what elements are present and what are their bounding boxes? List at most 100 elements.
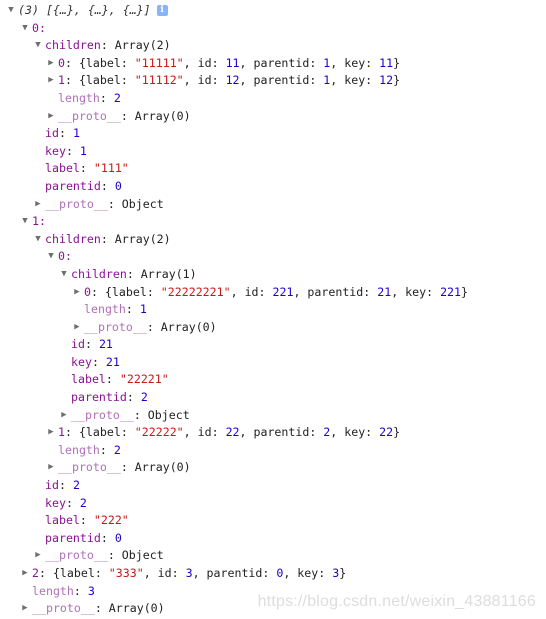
tree-row[interactable]: ▼ 0: [0,20,546,38]
tree-row[interactable]: ▶ __proto__: Object [0,196,546,214]
tree-row[interactable]: ▶ 0: {label: "11111", id: 11, parentid: 1… [0,55,546,73]
collapsed-triangle-icon[interactable]: ▶ [72,284,82,302]
collapsed-triangle-icon[interactable]: ▶ [46,108,56,126]
property-key: 2 [32,566,39,580]
property-key: 0 [58,55,65,70]
punctuation: } [393,55,401,70]
property-key: parentid [71,390,127,405]
length-key: length [58,90,100,105]
punctuation: , id: [143,566,186,580]
expanded-triangle-icon[interactable]: ▼ [20,20,30,38]
proto-key: __proto__ [84,319,147,334]
collapsed-triangle-icon[interactable]: ▶ [59,407,69,425]
punctuation: : Object [133,407,190,422]
tree-row[interactable]: ▶ 0: {label: "22222221", id: 221, parenti… [0,284,546,302]
array-count: (3) [18,3,39,17]
proto-key: __proto__ [45,548,108,563]
proto-key: __proto__ [32,601,95,616]
property-key: 1 [58,425,65,440]
property-key: parentid [45,178,101,193]
tree-row[interactable]: ▶ 2: {label: "333", id: 3, parentid: 0, k… [0,565,546,583]
punctuation: : {label: [38,566,109,580]
tree-row[interactable]: ▶ __proto__: Array(0) [0,108,546,126]
punctuation: : Object [107,196,164,211]
tree-row[interactable]: ▶ 1: {label: "22222", id: 22, parentid: 2… [0,424,546,442]
punctuation: , id: [183,73,226,88]
punctuation: , id: [183,425,226,440]
root-array-summary[interactable]: ▼ (3) [{…}, {…}, {…}] i [0,2,546,20]
tree-row: key: 1 [0,143,546,161]
number-value: 22 [379,425,394,440]
property-key: children [71,266,127,281]
tree-row[interactable]: ▶ 1: {label: "11112", id: 12, parentid: 1… [0,72,546,90]
tree-row: parentid: 0 [0,530,546,548]
punctuation: : [100,530,115,545]
property-key: 0: [58,249,72,264]
tree-row: label: "22221" [0,371,546,389]
collapsed-triangle-icon[interactable]: ▶ [33,547,43,565]
expanded-triangle-icon[interactable]: ▼ [59,266,69,284]
number-value: 12 [379,73,394,88]
number-value: 1 [79,143,87,158]
punctuation: : [91,354,106,369]
string-value: "11112" [134,73,184,88]
punctuation: : Object [107,548,164,563]
tree-row: id: 1 [0,125,546,143]
tree-row[interactable]: ▶ __proto__: Object [0,407,546,425]
tree-row[interactable]: ▼ 0: [0,248,546,266]
tree-row[interactable]: ▶ __proto__: Array(0) [0,459,546,477]
expanded-triangle-icon[interactable]: ▼ [6,2,16,20]
length-key: length [84,302,126,317]
tree-row: length: 1 [0,301,546,319]
number-value: 1 [139,302,147,317]
punctuation: : Array(0) [120,460,191,475]
property-key: 0 [84,284,91,299]
number-value: 21 [105,354,120,369]
collapsed-triangle-icon[interactable]: ▶ [33,196,43,214]
tree-row[interactable]: ▶ __proto__: Array(0) [0,319,546,337]
expanded-triangle-icon[interactable]: ▼ [20,213,30,231]
punctuation: : Array(0) [146,319,217,334]
expanded-triangle-icon[interactable]: ▼ [33,231,43,249]
number-value: 3 [185,566,193,580]
collapsed-triangle-icon[interactable]: ▶ [72,319,82,337]
punctuation: : Array(2) [100,38,171,53]
collapsed-triangle-icon[interactable]: ▶ [46,72,56,90]
punctuation: : [100,178,115,193]
punctuation: , key: [330,55,380,70]
tree-row: key: 2 [0,495,546,513]
expanded-triangle-icon[interactable]: ▼ [33,37,43,55]
collapsed-triangle-icon[interactable]: ▶ [20,565,30,583]
expanded-triangle-icon[interactable]: ▼ [46,248,56,266]
punctuation: , id: [230,284,273,299]
number-value: 2 [113,442,121,457]
punctuation: , parentid: [239,425,324,440]
punctuation: : [126,390,141,405]
punctuation: , key: [391,284,441,299]
proto-key: __proto__ [58,108,121,123]
tree-row[interactable]: ▼ children: Array(2) [0,231,546,249]
tree-row[interactable]: ▼ children: Array(1) [0,266,546,284]
number-value: 0 [114,178,122,193]
collapsed-triangle-icon[interactable]: ▶ [46,459,56,477]
property-key: 0: [32,20,46,35]
punctuation: : [105,372,120,387]
punctuation: : [73,583,88,598]
punctuation: , key: [330,425,380,440]
devtools-console-output: ▼ (3) [{…}, {…}, {…}] i ▼ 0: ▼ children: Arra… [0,0,546,618]
punctuation: , parentid: [239,73,324,88]
number-value: 2 [113,90,121,105]
tree-row[interactable]: ▼ children: Array(2) [0,37,546,55]
info-icon[interactable]: i [156,5,168,16]
string-value: "22222" [134,425,184,440]
number-value: 2 [79,495,87,510]
string-value: "111" [93,161,129,176]
collapsed-triangle-icon[interactable]: ▶ [46,55,56,73]
number-value: 2 [72,478,80,493]
punctuation: , key: [330,73,380,88]
number-value: 221 [272,284,294,299]
collapsed-triangle-icon[interactable]: ▶ [20,600,30,618]
collapsed-triangle-icon[interactable]: ▶ [46,424,56,442]
tree-row[interactable]: ▶ __proto__: Object [0,547,546,565]
tree-row[interactable]: ▼ 1: [0,213,546,231]
